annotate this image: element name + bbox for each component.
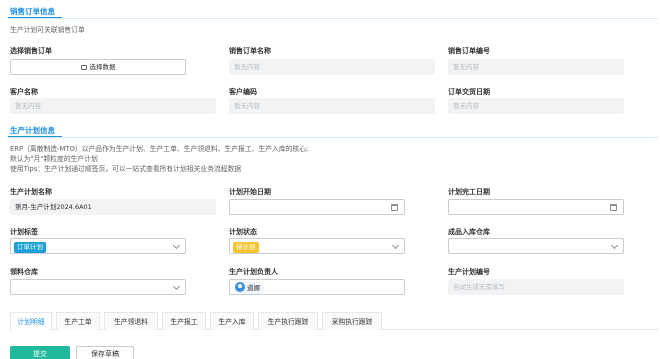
tab-plan-detail[interactable]: 计划明细 — [10, 312, 52, 331]
delivery-date-field: 暂无内容 — [448, 98, 624, 114]
select-order-label: 选择销售订单 — [10, 47, 52, 55]
order-name-field: 暂无内容 — [229, 59, 435, 75]
sales-section-description: 生产计划可关联销售订单 — [10, 26, 85, 34]
plan-status-select[interactable]: 待计划 — [229, 238, 405, 254]
choose-data-button[interactable]: 选择数据 — [10, 59, 186, 75]
plan-tag-select[interactable]: 订单计划 — [10, 238, 186, 254]
customer-name-field: 暂无内容 — [10, 98, 216, 114]
chevron-down-icon — [172, 241, 181, 250]
order-no-field: 暂无内容 — [448, 59, 624, 75]
pick-warehouse-label: 领料仓库 — [10, 268, 38, 276]
plan-tag-chip: 订单计划 — [14, 242, 46, 253]
end-date-label: 计划完工日期 — [448, 188, 490, 196]
chevron-down-icon — [391, 241, 400, 250]
tab-execution-tracking[interactable]: 生产执行跟踪 — [258, 312, 318, 330]
warehouse-label: 成品入库仓库 — [448, 228, 490, 236]
sales-section-title: 销售订单信息 — [10, 7, 55, 16]
plan-owner-label: 生产计划负责人 — [229, 268, 278, 276]
folder-icon — [80, 65, 87, 70]
plan-no-field: 自动生成无需填写 — [448, 279, 624, 295]
plan-name-field: 第月-生产计划2024.6A01 — [10, 199, 216, 215]
plan-owner-field[interactable]: 道娜 — [229, 279, 405, 295]
warehouse-select[interactable] — [448, 238, 624, 254]
start-date-picker[interactable] — [229, 199, 405, 215]
customer-code-field: 暂无内容 — [229, 98, 435, 114]
tab-work-report[interactable]: 生产报工 — [162, 312, 206, 330]
order-no-label: 销售订单编号 — [448, 47, 490, 55]
plan-status-chip: 待计划 — [233, 242, 259, 253]
plan-desc-line-3: 使用Tips：生产计划通过顺签页，可以一站式查看所有计划相关业务流程数据 — [10, 165, 242, 173]
plan-section-title: 生产计划信息 — [10, 126, 55, 135]
plan-desc-line-1: ERP（离散制造-MTO）以产品作为生产计划、生产工单、生产领退料、生产报工、生… — [10, 145, 309, 153]
plan-no-label: 生产计划编号 — [448, 268, 490, 276]
plan-section-divider — [8, 137, 658, 138]
plan-status-label: 计划状态 — [229, 228, 257, 236]
submit-button[interactable]: 提交 — [10, 346, 70, 359]
plan-name-label: 生产计划名称 — [10, 188, 52, 196]
tab-work-order[interactable]: 生产工单 — [56, 312, 100, 330]
plan-desc-line-2: 默认为"月"颗粒度的生产计划 — [10, 155, 98, 163]
calendar-icon — [610, 204, 617, 211]
customer-code-label: 客户编码 — [229, 88, 257, 96]
pick-warehouse-select[interactable] — [10, 279, 186, 295]
plan-tabs: 计划明细 生产工单 生产领退料 生产报工 生产入库 生产执行跟踪 采购执行跟踪 — [10, 312, 658, 331]
avatar-icon — [235, 282, 245, 292]
sales-section-divider — [8, 18, 658, 19]
order-name-label: 销售订单名称 — [229, 47, 271, 55]
tab-purchase-tracking[interactable]: 采购执行跟踪 — [322, 312, 382, 330]
end-date-picker[interactable] — [448, 199, 624, 215]
tab-warehouse-in[interactable]: 生产入库 — [210, 312, 254, 330]
tab-material-return[interactable]: 生产领退料 — [104, 312, 158, 330]
owner-chip: 道娜 — [234, 282, 264, 294]
start-date-label: 计划开始日期 — [229, 188, 271, 196]
plan-tag-label: 计划标签 — [10, 228, 38, 236]
chevron-down-icon — [610, 241, 619, 250]
save-draft-button[interactable]: 保存草稿 — [76, 346, 134, 359]
choose-data-label: 选择数据 — [89, 63, 116, 71]
delivery-date-label: 订单交货日期 — [448, 88, 490, 96]
chevron-down-icon — [172, 282, 181, 291]
calendar-icon — [391, 204, 398, 211]
customer-name-label: 客户名称 — [10, 88, 38, 96]
owner-name: 道娜 — [247, 284, 260, 292]
